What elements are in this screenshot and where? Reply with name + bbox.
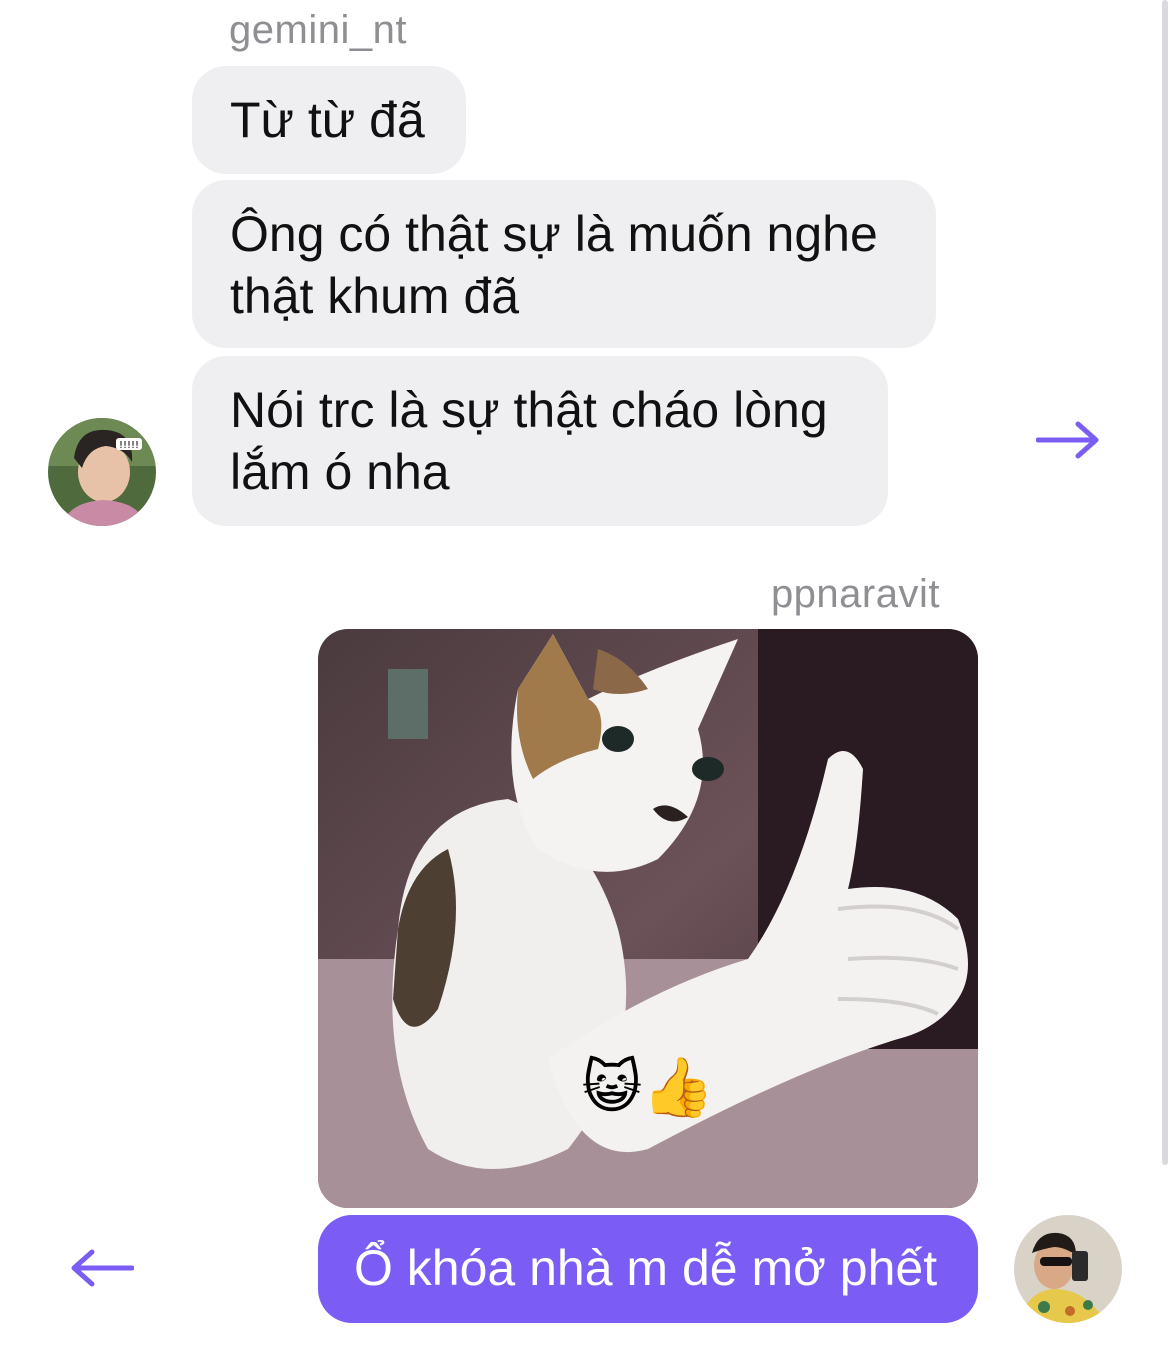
incoming-message-3[interactable]: Nói trc là sự thật cháo lòng lắm ó nha <box>192 356 888 526</box>
avatar-image <box>1014 1215 1122 1323</box>
message-text: Ông có thật sự là muốn nghe thật khum đã <box>230 206 878 324</box>
photo-emoji: 😺👍 <box>582 1053 715 1121</box>
message-text: Từ từ đã <box>230 92 425 148</box>
scrollbar[interactable] <box>1162 0 1168 1165</box>
arrow-left-icon[interactable] <box>68 1248 135 1288</box>
photo-message[interactable]: 😺👍 <box>318 629 978 1208</box>
outgoing-sender-name: ppnaravit <box>770 572 940 616</box>
incoming-avatar[interactable]: !!!!! <box>48 418 156 526</box>
message-text: Nói trc là sự thật cháo lòng lắm ó nha <box>230 382 828 500</box>
cat-thumbs-up-image: 😺👍 <box>318 629 978 1208</box>
outgoing-avatar[interactable] <box>1014 1215 1122 1323</box>
arrow-right-icon[interactable] <box>1035 420 1100 460</box>
incoming-sender-name: gemini_nt <box>229 8 407 52</box>
incoming-message-1[interactable]: Từ từ đã <box>192 66 466 174</box>
incoming-message-2[interactable]: Ông có thật sự là muốn nghe thật khum đã <box>192 180 936 348</box>
avatar-image: !!!!! <box>48 418 156 526</box>
outgoing-message[interactable]: Ổ khóa nhà m dễ mở phết <box>318 1215 978 1323</box>
avatar-badge: !!!!! <box>119 440 139 451</box>
message-text: Ổ khóa nhà m dễ mở phết <box>354 1240 938 1296</box>
